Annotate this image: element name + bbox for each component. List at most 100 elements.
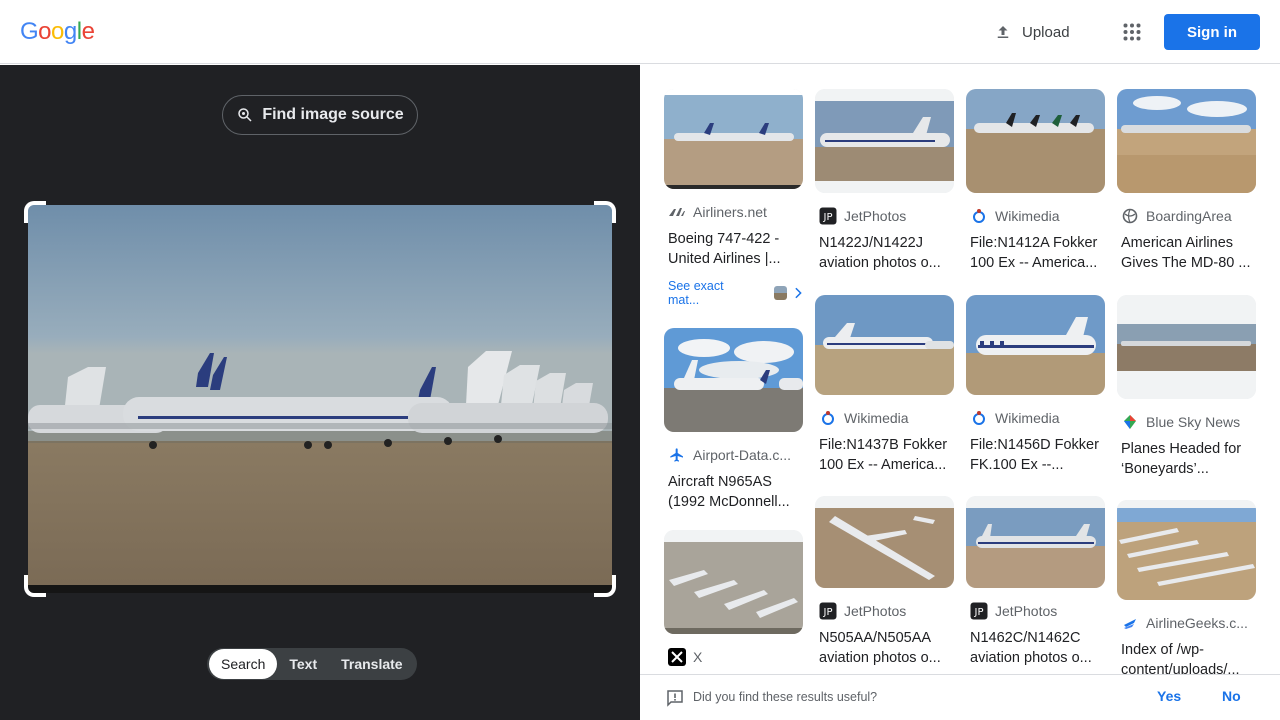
result-title[interactable]: File:N1437B Fokker 100 Ex -- America... xyxy=(815,435,954,475)
google-logo[interactable]: Google xyxy=(20,18,95,46)
result-source[interactable]: BoardingArea xyxy=(1117,207,1256,225)
tab-text[interactable]: Text xyxy=(277,649,329,679)
result-thumbnail[interactable] xyxy=(815,89,954,193)
result-source-name: JetPhotos xyxy=(995,603,1058,619)
wikimedia-icon xyxy=(970,207,988,225)
result-card[interactable]: Airport-Data.c... Aircraft N965AS (1992 … xyxy=(664,328,803,512)
svg-text:JP: JP xyxy=(823,607,833,618)
sign-in-button[interactable]: Sign in xyxy=(1164,14,1260,50)
svg-text:JP: JP xyxy=(974,607,984,618)
find-image-source-button[interactable]: Find image source xyxy=(222,95,418,135)
results-column: Wikimedia File:N1412A Fokker 100 Ex -- A… xyxy=(966,89,1105,668)
result-source[interactable]: JP JetPhotos xyxy=(815,207,954,225)
logo-letter: g xyxy=(63,18,77,45)
airplane-icon xyxy=(668,446,686,464)
wikimedia-icon xyxy=(970,409,988,427)
result-thumbnail[interactable] xyxy=(664,530,803,634)
airlinegeeks-icon xyxy=(1121,614,1139,632)
result-source[interactable]: Airport-Data.c... xyxy=(664,446,803,464)
result-card[interactable]: Wikimedia File:N1437B Fokker 100 Ex -- A… xyxy=(815,295,954,475)
result-thumbnail[interactable] xyxy=(966,496,1105,588)
result-title[interactable]: N505AA/N505AA aviation photos o... xyxy=(815,628,954,668)
exact-match-thumb-icon xyxy=(774,286,788,300)
result-title[interactable]: Aircraft N965AS (1992 McDonnell... xyxy=(664,472,803,512)
result-thumbnail[interactable] xyxy=(966,295,1105,395)
lens-mode-tabs: Search Text Translate xyxy=(207,648,417,680)
result-source-name: Wikimedia xyxy=(995,410,1060,426)
result-source[interactable]: Wikimedia xyxy=(815,409,954,427)
apps-grid-icon xyxy=(1123,23,1141,41)
result-source[interactable]: AirlineGeeks.c... xyxy=(1117,614,1256,632)
result-title[interactable]: American Airlines Gives The MD-80 ... xyxy=(1117,233,1256,273)
result-source-name: JetPhotos xyxy=(844,603,907,619)
result-source-name: Airport-Data.c... xyxy=(693,447,792,463)
result-title[interactable]: N1462C/N1462C aviation photos o... xyxy=(966,628,1105,668)
logo-letter: o xyxy=(51,18,64,45)
jetphotos-icon: JP xyxy=(819,602,837,620)
crop-handle-top-right[interactable] xyxy=(594,201,616,223)
result-source[interactable]: Airliners.net xyxy=(664,203,803,221)
result-card[interactable]: BoardingArea American Airlines Gives The… xyxy=(1117,89,1256,273)
result-thumbnail[interactable] xyxy=(815,295,954,395)
result-source-name: Wikimedia xyxy=(844,410,909,426)
result-source[interactable]: JP JetPhotos xyxy=(966,602,1105,620)
result-card[interactable]: Blue Sky News Planes Headed for ‘Boneyar… xyxy=(1117,295,1256,479)
result-title[interactable]: Index of /wp-content/uploads/... xyxy=(1117,640,1256,674)
results-column: Airliners.net Boeing 747-422 - United Ai… xyxy=(664,89,803,674)
crop-handle-bottom-left[interactable] xyxy=(24,575,46,597)
result-card[interactable]: Airliners.net Boeing 747-422 - United Ai… xyxy=(664,89,803,307)
result-title[interactable]: File:N1456D Fokker FK.100 Ex --... xyxy=(966,435,1105,475)
result-source[interactable]: Wikimedia xyxy=(966,207,1105,225)
result-thumbnail[interactable] xyxy=(966,89,1105,193)
result-card[interactable]: JP JetPhotos N1462C/N1462C aviation phot… xyxy=(966,496,1105,668)
result-source[interactable]: Wikimedia xyxy=(966,409,1105,427)
result-title[interactable]: Planes Headed for ‘Boneyards’... xyxy=(1117,439,1256,479)
result-source-name: JetPhotos xyxy=(844,208,907,224)
result-thumbnail[interactable] xyxy=(664,89,803,189)
chevron-right-icon xyxy=(795,287,803,299)
crop-handle-bottom-right[interactable] xyxy=(594,575,616,597)
result-title[interactable]: Boeing 747-422 - United Airlines |... xyxy=(664,229,803,269)
result-source-name: Airliners.net xyxy=(693,204,767,220)
feedback-icon xyxy=(667,690,683,707)
result-source-name: Blue Sky News xyxy=(1146,414,1241,430)
result-title[interactable]: File:N1412A Fokker 100 Ex -- America... xyxy=(966,233,1105,273)
result-thumbnail[interactable] xyxy=(664,328,803,432)
result-source[interactable]: Blue Sky News xyxy=(1117,413,1256,431)
bluesky-icon xyxy=(1121,413,1139,431)
result-thumbnail[interactable] xyxy=(815,496,954,588)
result-source-name: BoardingArea xyxy=(1146,208,1232,224)
result-title[interactable]: N1422J/N1422J aviation photos o... xyxy=(815,233,954,273)
result-source[interactable]: JP JetPhotos xyxy=(815,602,954,620)
jetphotos-icon: JP xyxy=(819,207,837,225)
result-thumbnail[interactable] xyxy=(1117,295,1256,399)
visual-matches: Airliners.net Boeing 747-422 - United Ai… xyxy=(640,65,1280,674)
upload-button[interactable]: Upload xyxy=(986,14,1078,50)
google-apps-button[interactable] xyxy=(1114,14,1150,50)
logo-letter: G xyxy=(20,18,39,45)
see-exact-matches-link[interactable]: See exact mat... xyxy=(664,279,803,307)
result-card[interactable]: Wikimedia File:N1456D Fokker FK.100 Ex -… xyxy=(966,295,1105,475)
feedback-no-button[interactable]: No xyxy=(1222,688,1241,704)
jetphotos-icon: JP xyxy=(970,602,988,620)
result-card[interactable]: X xyxy=(664,530,803,674)
search-image-panel: Find image source Search Text Translate xyxy=(0,65,640,720)
header: Google Upload Sign in xyxy=(0,0,1280,64)
tab-translate[interactable]: Translate xyxy=(329,649,414,679)
find-source-label: Find image source xyxy=(262,106,404,123)
result-source-name: X xyxy=(693,649,703,665)
result-card[interactable]: AirlineGeeks.c... Index of /wp-content/u… xyxy=(1117,500,1256,674)
feedback-question: Did you find these results useful? xyxy=(693,690,878,704)
image-crop-area[interactable] xyxy=(24,201,616,597)
feedback-yes-button[interactable]: Yes xyxy=(1157,688,1181,704)
x-icon xyxy=(668,648,686,666)
wikimedia-icon xyxy=(819,409,837,427)
tab-search[interactable]: Search xyxy=(209,649,278,679)
result-thumbnail[interactable] xyxy=(1117,500,1256,600)
result-source[interactable]: X xyxy=(664,648,803,666)
result-card[interactable]: Wikimedia File:N1412A Fokker 100 Ex -- A… xyxy=(966,89,1105,273)
result-card[interactable]: JP JetPhotos N505AA/N505AA aviation phot… xyxy=(815,496,954,668)
crop-handle-top-left[interactable] xyxy=(24,201,46,223)
result-thumbnail[interactable] xyxy=(1117,89,1256,193)
result-card[interactable]: JP JetPhotos N1422J/N1422J aviation phot… xyxy=(815,89,954,273)
